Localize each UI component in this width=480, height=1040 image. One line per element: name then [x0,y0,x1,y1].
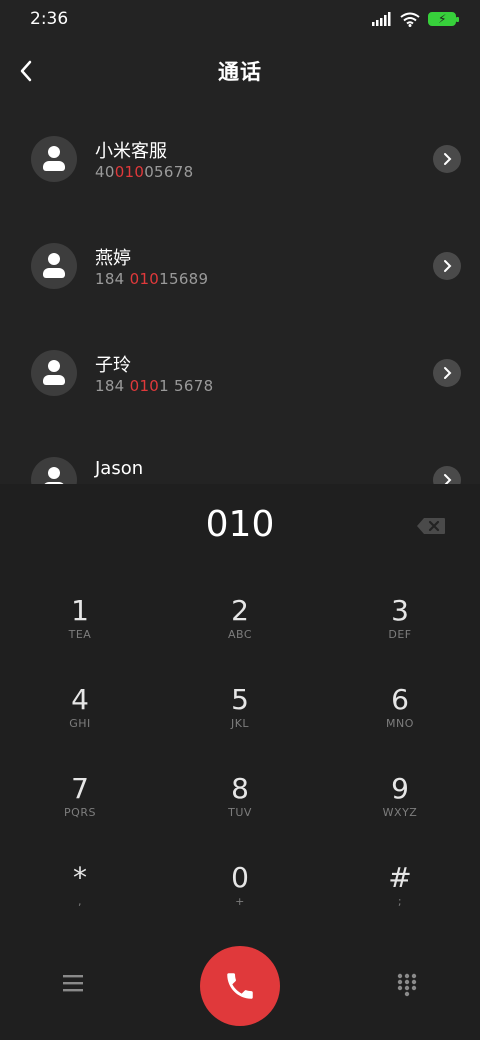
status-icons: ⚡ [372,12,459,27]
contact-number: 4001005678 [95,163,194,181]
contact-row[interactable]: Jason [0,425,480,484]
key-6[interactable]: 6 MNO [340,683,460,763]
contact-name: 燕婷 [95,248,131,269]
key-3[interactable]: 3 DEF [340,594,460,674]
key-9[interactable]: 9 WXYZ [340,772,460,852]
header: 通话 [0,38,480,104]
contact-name: 子玲 [95,355,131,376]
phone-icon [227,973,253,999]
key-1[interactable]: 1 TEA [20,594,140,674]
key-0[interactable]: 0 + [180,861,300,941]
bottom-bar [0,946,480,1026]
key-star[interactable]: * , [20,861,140,941]
signal-icon [372,12,391,26]
contact-detail-button[interactable] [433,466,461,484]
keypad-icon [397,973,417,997]
wifi-icon [400,12,420,27]
backspace-button[interactable] [416,517,446,535]
status-bar: 2:36 ⚡ [0,0,480,38]
call-button[interactable] [200,946,280,1026]
menu-icon [63,975,83,992]
dialpad: 010 1 TEA 2 ABC 3 DEF 4 GHI 5 JKL 6 MNO … [0,484,480,1040]
avatar [31,243,77,289]
chevron-right-icon [444,153,452,165]
key-4[interactable]: 4 GHI [20,683,140,763]
contact-number: 184 01015689 [95,270,209,288]
battery-charging-icon: ⚡ [428,12,459,26]
contact-detail-button[interactable] [433,145,461,173]
contact-row[interactable]: 子玲 184 0101 5678 [0,318,480,425]
avatar [31,136,77,182]
back-button[interactable] [14,55,38,87]
chevron-right-icon [444,474,452,484]
key-2[interactable]: 2 ABC [180,594,300,674]
avatar [31,457,77,484]
dial-input[interactable]: 010 [0,504,480,545]
menu-button[interactable] [60,972,86,994]
key-hash[interactable]: # ; [340,861,460,941]
avatar [31,350,77,396]
status-time: 2:36 [30,9,69,29]
key-7[interactable]: 7 PQRS [20,772,140,852]
contact-name: Jason [95,458,144,479]
contact-detail-button[interactable] [433,359,461,387]
chevron-left-icon [20,60,32,82]
contact-number: 184 0101 5678 [95,377,214,395]
keypad-toggle-button[interactable] [396,972,418,998]
page-title: 通话 [218,60,262,84]
contact-row[interactable]: 小米客服 4001005678 [0,104,480,211]
backspace-icon [417,518,445,534]
contact-name: 小米客服 [95,141,167,162]
chevron-right-icon [444,367,452,379]
contact-list[interactable]: 小米客服 4001005678 燕婷 184 01015689 子玲 184 0… [0,104,480,484]
contact-detail-button[interactable] [433,252,461,280]
key-8[interactable]: 8 TUV [180,772,300,852]
contact-row[interactable]: 燕婷 184 01015689 [0,211,480,318]
chevron-right-icon [444,260,452,272]
key-5[interactable]: 5 JKL [180,683,300,763]
